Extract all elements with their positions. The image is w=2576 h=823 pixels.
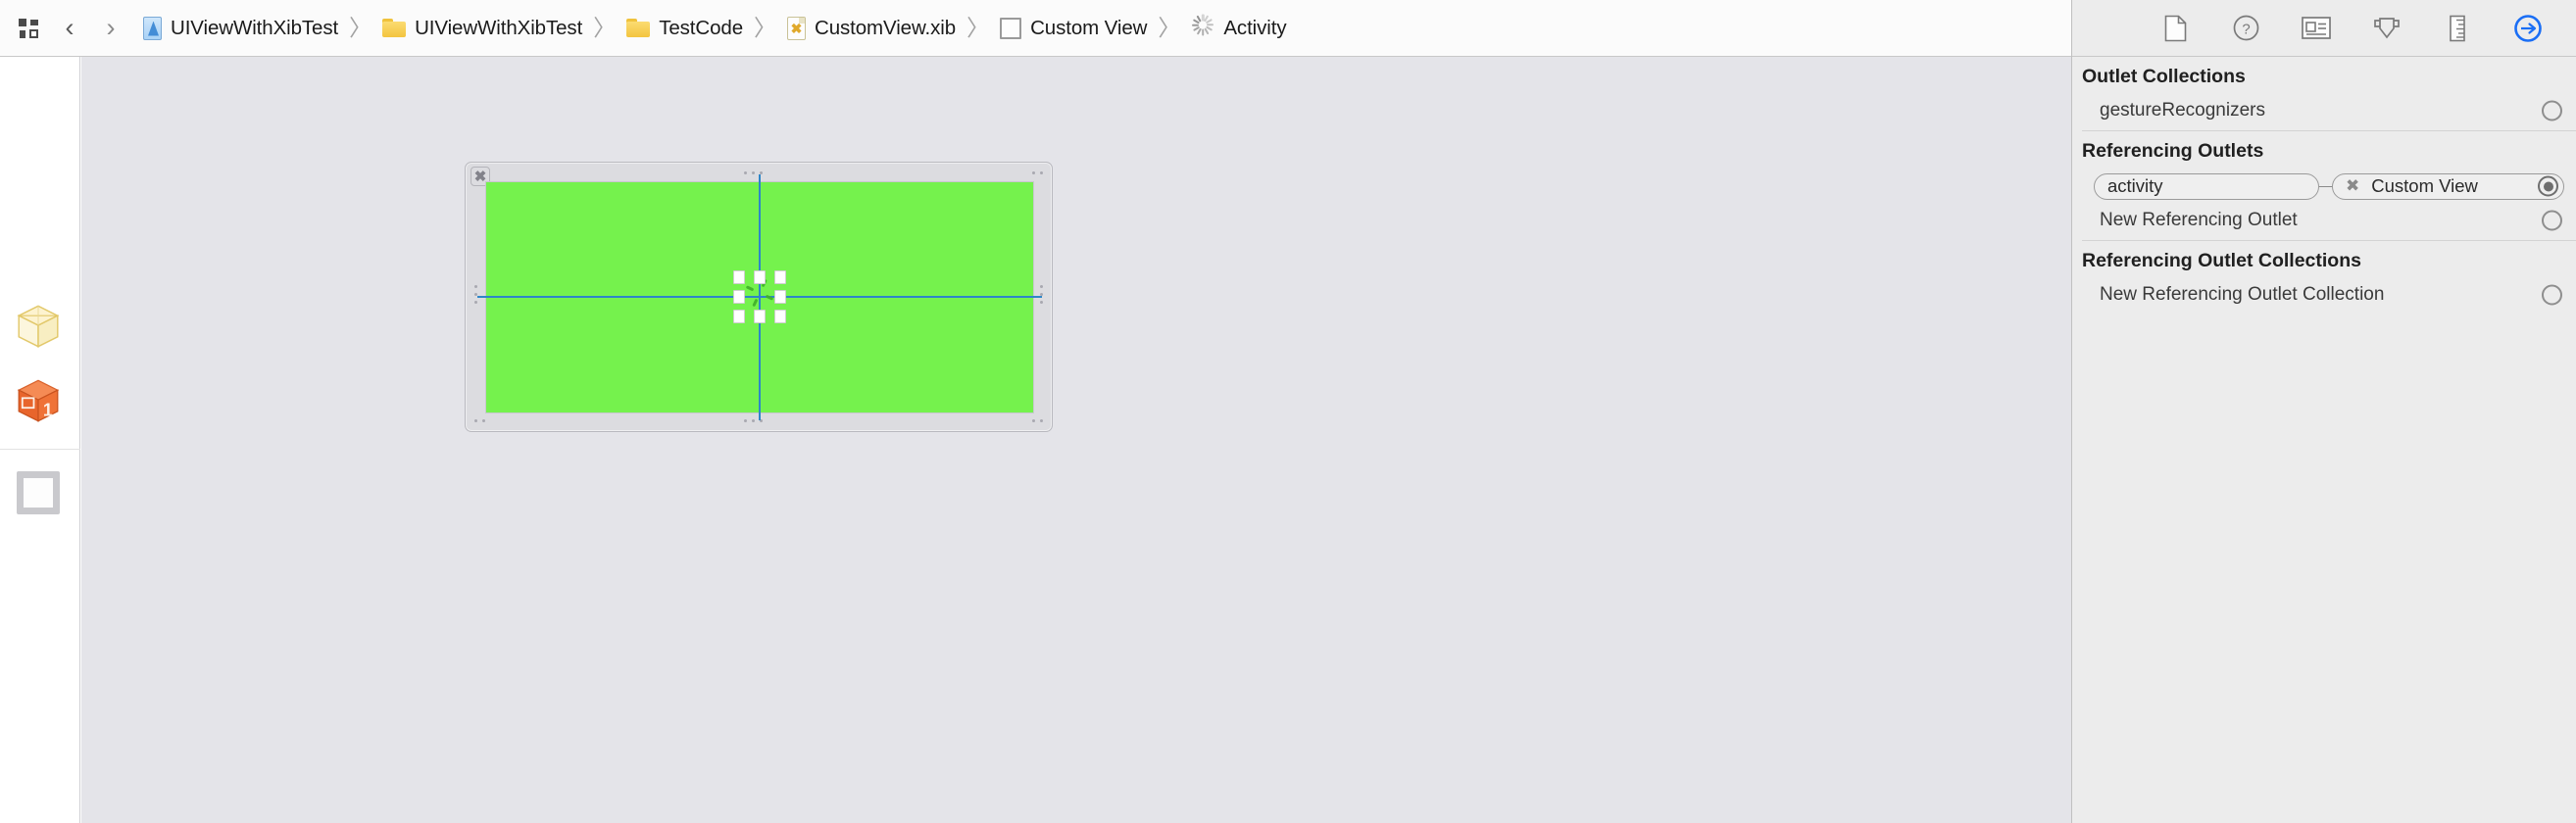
breadcrumb-item-group[interactable]: UIViewWithXibTest [380, 10, 584, 47]
custom-view-frame[interactable]: ✖ [465, 162, 1053, 432]
jump-bar: ‹ › UIViewWithXibTest 〉 UIViewWithXibTes… [0, 0, 2071, 57]
row-label: New Referencing Outlet Collection [2100, 283, 2385, 305]
selection-handle[interactable] [733, 310, 745, 323]
breadcrumb-label: UIViewWithXibTest [415, 16, 583, 39]
xib-file-icon: ✖ [787, 16, 806, 40]
selection-handle[interactable] [774, 270, 786, 284]
folder-icon [626, 19, 651, 37]
view-square-icon [1000, 17, 1022, 39]
breadcrumb-label: Custom View [1030, 16, 1148, 39]
selection-handle[interactable] [774, 310, 786, 323]
section-title-referencing-outlet-collections: Referencing Outlet Collections [2082, 250, 2361, 271]
utilities-inspector-panel: ? Outlet Collections gestureRecognizers … [2071, 0, 2576, 823]
inspector-selector-bar: ? [2072, 0, 2576, 57]
connections-inspector-icon[interactable] [2511, 13, 2545, 44]
breadcrumb: UIViewWithXibTest 〉 UIViewWithXibTest 〉 … [141, 10, 1288, 47]
object-star-icon: ✖ [2346, 176, 2360, 195]
section-title-referencing-outlets: Referencing Outlets [2082, 140, 2264, 162]
connection-link-line [2319, 185, 2332, 187]
dock-item-custom-view[interactable] [6, 460, 71, 525]
selection-handle[interactable] [733, 290, 745, 304]
row-label: New Referencing Outlet [2100, 209, 2298, 230]
selection-handle[interactable] [774, 290, 786, 304]
outlet-target-label: Custom View [2371, 175, 2478, 196]
folder-icon [382, 19, 407, 37]
selection-handles[interactable] [733, 270, 786, 323]
row-new-referencing-outlet[interactable]: New Referencing Outlet [2072, 204, 2576, 236]
design-canvas[interactable]: ✖ [81, 57, 2071, 823]
dock-item-files-owner[interactable] [6, 294, 71, 359]
resize-dots-bottom-left[interactable] [474, 419, 485, 422]
resize-dots-bottom-right[interactable] [1032, 419, 1043, 422]
breadcrumb-separator: 〉 [349, 15, 372, 40]
navigate-back-button[interactable]: ‹ [49, 8, 90, 49]
row-activity-connection[interactable]: activity ✖ Custom View [2072, 169, 2576, 204]
resize-dots-top-right[interactable] [1032, 171, 1043, 174]
grid-icon [18, 18, 39, 38]
activity-indicator-icon [1191, 14, 1214, 40]
breadcrumb-separator: 〉 [754, 15, 776, 40]
breadcrumb-item-testcode[interactable]: TestCode [624, 10, 745, 47]
breadcrumb-separator: 〉 [966, 15, 990, 40]
xcode-project-icon [143, 16, 162, 40]
row-gesture-recognizers[interactable]: gestureRecognizers [2072, 94, 2576, 126]
row-label: gestureRecognizers [2100, 99, 2265, 121]
chevron-left-icon: ‹ [65, 13, 74, 42]
identity-inspector-icon[interactable] [2300, 13, 2333, 44]
file-inspector-icon[interactable] [2158, 13, 2192, 44]
custom-view-content[interactable] [477, 174, 1042, 420]
selection-handle[interactable] [733, 270, 745, 284]
breadcrumb-separator: 〉 [593, 15, 617, 40]
resize-dots-right[interactable] [1040, 285, 1043, 304]
selection-handle[interactable] [754, 270, 766, 284]
resize-dots-left[interactable] [474, 285, 477, 304]
connections-inspector-body: Outlet Collections gestureRecognizers Re… [2072, 57, 2576, 311]
breadcrumb-separator: 〉 [1158, 15, 1181, 40]
object-dock: 1 [0, 57, 80, 823]
breadcrumb-label: UIViewWithXibTest [171, 16, 339, 39]
connection-socket[interactable] [2542, 284, 2562, 305]
selection-handle[interactable] [754, 310, 766, 323]
chevron-right-icon: › [106, 13, 116, 42]
navigate-forward-button[interactable]: › [90, 8, 131, 49]
breadcrumb-label: CustomView.xib [815, 16, 957, 39]
svg-text:?: ? [2242, 22, 2250, 38]
quick-help-inspector-icon[interactable]: ? [2229, 13, 2262, 44]
breadcrumb-item-project[interactable]: UIViewWithXibTest [141, 10, 340, 47]
connection-socket-filled[interactable] [2538, 175, 2558, 197]
related-items-button[interactable] [8, 8, 49, 49]
dock-item-first-responder[interactable]: 1 [6, 368, 71, 433]
svg-text:1: 1 [43, 400, 53, 419]
connection-socket[interactable] [2542, 210, 2562, 230]
xcode-interface-builder-window: ‹ › UIViewWithXibTest 〉 UIViewWithXibTes… [0, 0, 2576, 823]
view-square-icon [17, 471, 60, 514]
dock-divider [0, 449, 80, 450]
breadcrumb-label: Activity [1223, 16, 1287, 39]
connection-socket[interactable] [2542, 100, 2562, 121]
breadcrumb-item-custom-view[interactable]: Custom View [998, 10, 1149, 47]
attributes-inspector-icon[interactable] [2370, 13, 2403, 44]
breadcrumb-item-activity[interactable]: Activity [1189, 10, 1288, 47]
breadcrumb-label: TestCode [659, 16, 743, 39]
size-inspector-icon[interactable] [2441, 13, 2474, 44]
breadcrumb-item-xib[interactable]: ✖ CustomView.xib [785, 10, 958, 47]
section-title-outlet-collections: Outlet Collections [2082, 66, 2246, 87]
outlet-name-pill[interactable]: activity [2094, 172, 2319, 200]
outlet-target-pill[interactable]: ✖ Custom View [2332, 172, 2564, 200]
row-new-referencing-outlet-collection[interactable]: New Referencing Outlet Collection [2072, 278, 2576, 311]
yellow-wireframe-cube-icon [12, 300, 65, 353]
orange-cube-one-icon: 1 [12, 374, 65, 427]
